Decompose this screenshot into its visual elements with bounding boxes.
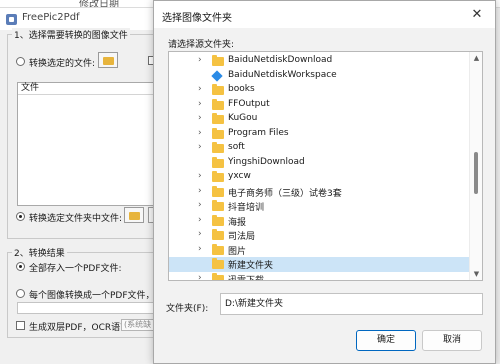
- file-list-header: 文件: [18, 83, 166, 95]
- radio-folder-label: 转换选定文件夹中文件:: [29, 214, 123, 224]
- tree-item[interactable]: › 迅雷下载: [169, 272, 469, 281]
- tree-item-label: FFOutput: [228, 98, 270, 109]
- modified-date-column: 修改日期: [79, 0, 119, 8]
- baidu-netdisk-icon: [211, 69, 223, 82]
- tree-item-label: 新建文件夹: [228, 261, 274, 271]
- chevron-right-icon[interactable]: ›: [198, 99, 208, 109]
- tree-item-label: books: [228, 84, 255, 94]
- app-icon: [6, 14, 17, 25]
- tree-item-label: yxcw: [228, 171, 251, 181]
- chevron-right-icon[interactable]: ›: [198, 55, 208, 65]
- folder-icon: [212, 55, 224, 66]
- tree-item-label: BaiduNetdiskDownload: [228, 55, 333, 65]
- dialog-title: 选择图像文件夹: [162, 13, 232, 24]
- tree-item[interactable]: 新建文件夹: [169, 257, 469, 272]
- tree-item-label: Program Files: [228, 127, 289, 138]
- dialog-prompt: 请选择源文件夹:: [168, 40, 235, 50]
- tree-item[interactable]: › BaiduNetdiskDownload: [169, 54, 469, 69]
- tree-item[interactable]: YingshiDownload: [169, 156, 469, 171]
- tree-item[interactable]: › yxcw: [169, 170, 469, 185]
- chevron-right-icon[interactable]: ›: [198, 113, 208, 123]
- open-folder-button[interactable]: [124, 207, 144, 223]
- dual-layer-label: 生成双层PDF，OCR语言:: [29, 323, 133, 333]
- chevron-right-icon[interactable]: ›: [198, 200, 208, 210]
- radio-selected-file-label: 转换选定的文件:: [29, 59, 96, 69]
- app-titlebar: FreePic2Pdf: [0, 8, 165, 30]
- tree-item[interactable]: › soft: [169, 141, 469, 156]
- file-list[interactable]: 文件: [17, 82, 166, 206]
- folder-icon: [212, 113, 224, 124]
- scroll-thumb[interactable]: [474, 152, 478, 194]
- cancel-button[interactable]: 取消: [422, 330, 482, 351]
- chevron-right-icon[interactable]: ›: [198, 128, 208, 138]
- close-icon[interactable]: ✕: [459, 1, 495, 28]
- tree-item[interactable]: › 司法局: [169, 228, 469, 243]
- folder-icon: [212, 229, 224, 240]
- app-title: FreePic2Pdf: [22, 12, 80, 23]
- folder-icon: [212, 185, 224, 197]
- tree-item-label: BaiduNetdiskWorkspace: [228, 69, 337, 80]
- tree-item-label: 图片: [228, 246, 247, 257]
- tree-item-label: 迅雷下载: [228, 275, 265, 281]
- output-group-title: 2、转换结果: [12, 246, 67, 259]
- chevron-right-icon[interactable]: ›: [198, 273, 208, 281]
- chevron-right-icon[interactable]: ›: [198, 186, 208, 196]
- tree-item[interactable]: › books: [169, 83, 469, 98]
- folder-icon: [212, 127, 224, 139]
- tree-scrollbar[interactable]: ▲ ▼: [469, 52, 482, 280]
- tree-item[interactable]: › 电子商务师（三级）试卷3套: [169, 185, 469, 200]
- tree-item[interactable]: BaiduNetdiskWorkspace: [169, 69, 469, 84]
- folder-icon: [212, 200, 224, 211]
- dual-layer-checkbox[interactable]: [16, 321, 25, 330]
- tree-item-label: 海报: [228, 217, 247, 228]
- folder-icon: [212, 142, 224, 153]
- source-group-title: 1、选择需要转换的图像文件: [12, 28, 130, 41]
- tree-item-label: soft: [228, 142, 245, 152]
- tree-item-label: 电子商务师（三级）试卷3套: [228, 188, 342, 199]
- chevron-right-icon[interactable]: ›: [198, 171, 208, 181]
- tree-item[interactable]: › 海报: [169, 214, 469, 229]
- folder-path-input[interactable]: D:\新建文件夹: [220, 293, 483, 315]
- tree-item-label: YingshiDownload: [228, 156, 305, 167]
- radio-each[interactable]: [16, 289, 25, 298]
- folder-icon: [212, 84, 224, 95]
- output-path-field[interactable]: [17, 302, 165, 314]
- radio-all-in-one-label: 全部存入一个PDF文件:: [29, 264, 122, 274]
- dialog-titlebar: 选择图像文件夹 ✕: [154, 1, 495, 28]
- tree-item-label: 司法局: [228, 232, 256, 242]
- chevron-right-icon[interactable]: ›: [198, 142, 208, 152]
- chevron-right-icon[interactable]: ›: [198, 215, 208, 225]
- folder-tree[interactable]: ▲ ▼ › BaiduNetdiskDownload BaiduNetdiskWor…: [168, 51, 483, 281]
- tree-item[interactable]: › Program Files: [169, 127, 469, 142]
- chevron-right-icon[interactable]: ›: [198, 84, 208, 94]
- scroll-down-icon[interactable]: ▼: [470, 268, 482, 280]
- radio-all-in-one[interactable]: [16, 262, 25, 271]
- radio-selected-file[interactable]: [16, 57, 25, 66]
- folder-picker-dialog: 选择图像文件夹 ✕ 请选择源文件夹: ▲ ▼ › BaiduNetdiskDown…: [153, 0, 496, 364]
- tree-item-label: 抖音培训: [228, 203, 265, 213]
- folder-icon: [212, 98, 224, 110]
- ok-button[interactable]: 确定: [356, 330, 416, 351]
- folder-field-label: 文件夹(F):: [166, 304, 209, 314]
- folder-icon: [212, 156, 224, 168]
- folder-icon: [212, 272, 224, 280]
- tree-item-label: KuGou: [228, 113, 258, 123]
- chevron-right-icon[interactable]: ›: [198, 229, 208, 239]
- folder-icon: [212, 258, 224, 269]
- radio-folder[interactable]: [16, 212, 25, 221]
- chevron-right-icon[interactable]: ›: [198, 244, 208, 254]
- folder-icon: [212, 171, 224, 182]
- tree-item[interactable]: › FFOutput: [169, 98, 469, 113]
- folder-icon: [212, 243, 224, 255]
- tree-item[interactable]: › 图片: [169, 243, 469, 258]
- folder-icon: [212, 214, 224, 226]
- tree-item[interactable]: › 抖音培训: [169, 199, 469, 214]
- tree-item[interactable]: › KuGou: [169, 112, 469, 127]
- open-file-button[interactable]: [98, 52, 118, 68]
- scroll-up-icon[interactable]: ▲: [470, 52, 482, 64]
